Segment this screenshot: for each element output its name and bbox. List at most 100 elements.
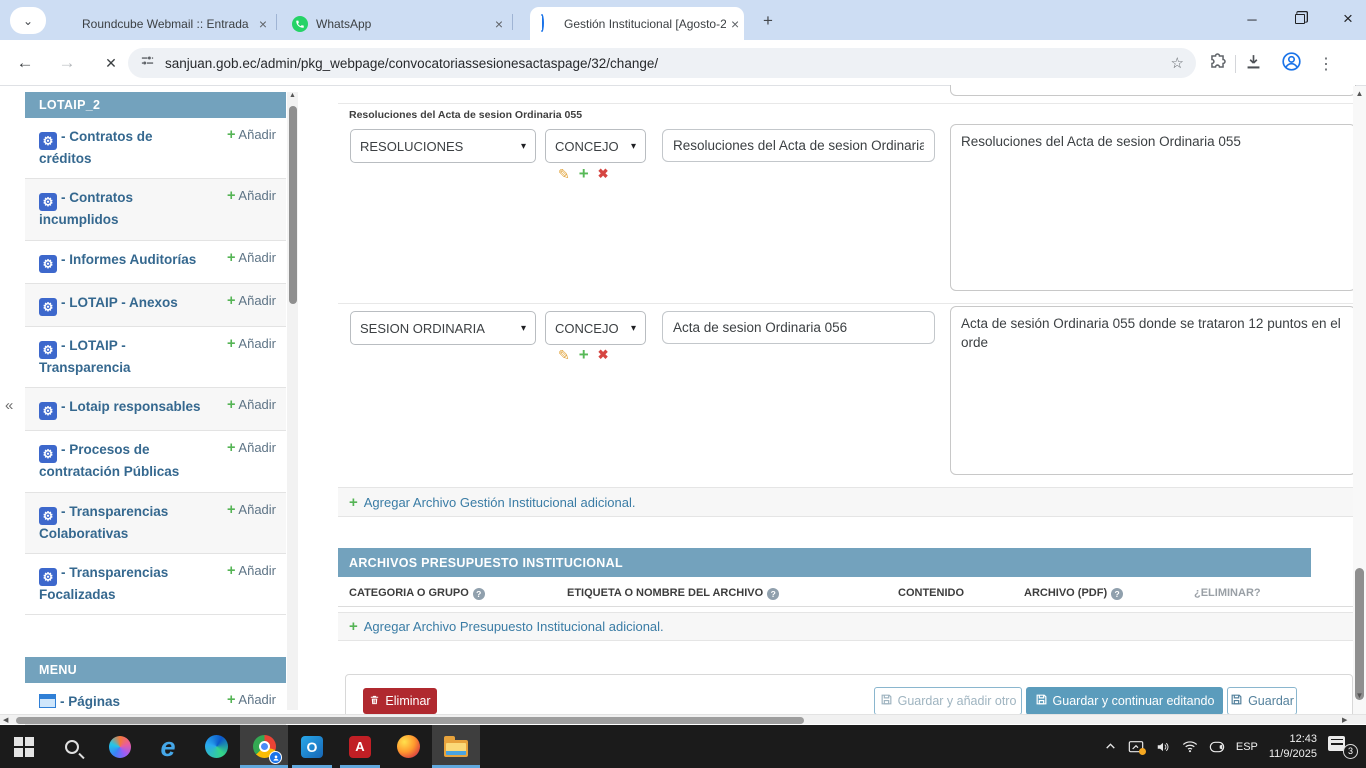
sidebar-item-lotaip-transparencia[interactable]: ⚙- LOTAIP - Transparencia +Añadir	[25, 327, 286, 388]
help-icon[interactable]: ?	[473, 588, 485, 600]
scroll-right-icon[interactable]: ▶	[1342, 716, 1347, 724]
help-icon[interactable]: ?	[767, 588, 779, 600]
firefox-button[interactable]	[384, 725, 432, 768]
tab-gestion-active[interactable]: Gestión Institucional [Agosto-2 ×	[530, 7, 744, 40]
extensions-icon[interactable]	[1208, 52, 1227, 76]
url-text[interactable]: sanjuan.gob.ec/admin/pkg_webpage/convoca…	[165, 56, 1163, 71]
add-link[interactable]: +Añadir	[227, 250, 276, 266]
restore-button[interactable]	[1277, 0, 1323, 38]
copilot-button[interactable]	[96, 725, 144, 768]
guardar-continuar-button[interactable]: Guardar y continuar editando	[1026, 687, 1223, 715]
sidebar-item-transparencias-focalizadas[interactable]: ⚙- Transparencias Focalizadas +Añadir	[25, 554, 286, 615]
menu-kebab-icon[interactable]: ⋮	[1318, 54, 1334, 74]
category-select-row1[interactable]: RESOLUCIONES ▾	[350, 129, 536, 163]
volume-icon[interactable]	[1155, 740, 1171, 754]
add-link[interactable]: +Añadir	[227, 188, 276, 204]
sidebar-item-transparencias-colaborativas[interactable]: ⚙- Transparencias Colaborativas +Añadir	[25, 493, 286, 554]
remove-icon[interactable]: ✖	[598, 166, 609, 182]
presupuesto-section-header: ARCHIVOS PRESUPUESTO INSTITUCIONAL	[338, 548, 1311, 577]
close-icon[interactable]: ×	[726, 15, 744, 33]
add-link[interactable]: +Añadir	[227, 293, 276, 309]
sidebar-item-informes-auditorias[interactable]: ⚙- Informes Auditorías +Añadir	[25, 241, 286, 284]
close-window-button[interactable]: ×	[1325, 0, 1366, 38]
sidebar-item-contratos-incumplidos[interactable]: ⚙- Contratos incumplidos +Añadir	[25, 179, 286, 240]
sidebar-scrollbar[interactable]: ▲	[287, 92, 298, 710]
sidebar-scrollbar-thumb[interactable]	[289, 106, 297, 304]
tab-roundcube[interactable]: Roundcube Webmail :: Entrada ×	[48, 8, 272, 40]
scroll-down-icon[interactable]: ▼	[1353, 691, 1366, 700]
back-button[interactable]: ←	[12, 50, 38, 76]
bookmark-star-icon[interactable]: ☆	[1171, 54, 1184, 72]
add-link[interactable]: +Añadir	[227, 127, 276, 143]
sidebar-section-lotaip2: LOTAIP_2	[25, 92, 286, 118]
pencil-icon[interactable]: ✎	[558, 347, 570, 364]
collapse-sidebar-button[interactable]: «	[5, 397, 13, 414]
language-indicator[interactable]: ESP	[1236, 741, 1258, 753]
site-info-icon[interactable]	[140, 53, 155, 73]
close-icon[interactable]: ×	[490, 15, 508, 33]
pencil-icon[interactable]: ✎	[558, 166, 570, 183]
tab-search-button[interactable]: ⌄	[10, 7, 46, 34]
group-select-row1[interactable]: CONCEJO ▾	[545, 129, 646, 163]
page-horizontal-scrollbar[interactable]: ◀ ▶	[0, 714, 1366, 724]
add-presupuesto-link[interactable]: Agregar Archivo Presupuesto Instituciona…	[364, 619, 664, 634]
help-icon[interactable]: ?	[1111, 588, 1123, 600]
scroll-up-icon[interactable]: ▲	[287, 92, 298, 99]
add-link[interactable]: +Añadir	[227, 336, 276, 352]
remove-icon[interactable]: ✖	[598, 347, 609, 363]
button-label: Guardar y añadir otro	[898, 694, 1017, 708]
cutoff-textarea[interactable]	[950, 85, 1356, 96]
scroll-left-icon[interactable]: ◀	[3, 716, 8, 724]
add-inline-icon[interactable]: +	[579, 345, 589, 365]
guardar-button[interactable]: Guardar	[1227, 687, 1297, 715]
download-icon[interactable]	[1244, 52, 1263, 76]
explorer-button[interactable]	[432, 725, 480, 768]
notification-center-button[interactable]: 3	[1328, 735, 1358, 759]
tray-chevron-icon[interactable]	[1104, 740, 1117, 753]
edge-button[interactable]	[192, 725, 240, 768]
cast-icon[interactable]	[1128, 740, 1144, 754]
search-button[interactable]	[48, 725, 96, 768]
add-gestion-link[interactable]: Agregar Archivo Gestión Institucional ad…	[364, 495, 636, 510]
add-link[interactable]: +Añadir	[227, 502, 276, 518]
acrobat-button[interactable]: A	[336, 725, 384, 768]
address-bar[interactable]: sanjuan.gob.ec/admin/pkg_webpage/convoca…	[128, 48, 1196, 78]
name-input-row2[interactable]	[662, 311, 935, 344]
add-link[interactable]: +Añadir	[227, 692, 276, 708]
new-tab-button[interactable]: +	[757, 10, 779, 32]
wifi-icon[interactable]	[1182, 740, 1198, 753]
category-select-row2[interactable]: SESION ORDINARIA ▾	[350, 311, 536, 345]
horizontal-scrollbar-thumb[interactable]	[16, 717, 804, 724]
clock[interactable]: 12:43 11/9/2025	[1269, 732, 1317, 761]
add-link[interactable]: +Añadir	[227, 440, 276, 456]
chevron-down-icon: ▾	[515, 141, 526, 152]
toolbar-divider	[1235, 55, 1236, 73]
add-link[interactable]: +Añadir	[227, 563, 276, 579]
content-textarea-row1[interactable]: Resoluciones del Acta de sesion Ordinari…	[950, 124, 1356, 291]
content-textarea-row2[interactable]: Acta de sesión Ordinaria 055 donde se tr…	[950, 306, 1356, 475]
meet-now-icon[interactable]	[1209, 740, 1225, 754]
eliminar-button[interactable]: Eliminar	[363, 688, 437, 714]
page-vertical-scrollbar[interactable]: ▲ ▼	[1353, 86, 1366, 714]
sidebar-item-lotaip-responsables[interactable]: ⚙- Lotaip responsables +Añadir	[25, 388, 286, 431]
add-link[interactable]: +Añadir	[227, 397, 276, 413]
profile-icon[interactable]	[1281, 51, 1302, 77]
close-icon[interactable]: ×	[254, 15, 272, 33]
sidebar-item-lotaip-anexos[interactable]: ⚙- LOTAIP - Anexos +Añadir	[25, 284, 286, 327]
name-input-row1[interactable]	[662, 129, 935, 162]
tab-whatsapp[interactable]: WhatsApp ×	[282, 8, 508, 40]
scroll-up-icon[interactable]: ▲	[1353, 89, 1366, 98]
vertical-scrollbar-thumb[interactable]	[1355, 568, 1364, 700]
group-select-row2[interactable]: CONCEJO ▾	[545, 311, 646, 345]
add-inline-icon[interactable]: +	[579, 164, 589, 184]
outlook-button[interactable]: O	[288, 725, 336, 768]
forward-button[interactable]: →	[54, 50, 80, 76]
sidebar-item-contratos-creditos[interactable]: ⚙- Contratos de créditos +Añadir	[25, 118, 286, 179]
stop-button[interactable]: ✕	[98, 50, 124, 76]
start-button[interactable]	[0, 725, 48, 768]
guardar-anadir-button[interactable]: Guardar y añadir otro	[874, 687, 1022, 715]
sidebar-item-procesos-contratacion[interactable]: ⚙- Procesos de contratación Públicas +Añ…	[25, 431, 286, 492]
chrome-button[interactable]	[240, 725, 288, 768]
ie-button[interactable]: e	[144, 725, 192, 768]
minimize-button[interactable]: ─	[1229, 0, 1275, 38]
